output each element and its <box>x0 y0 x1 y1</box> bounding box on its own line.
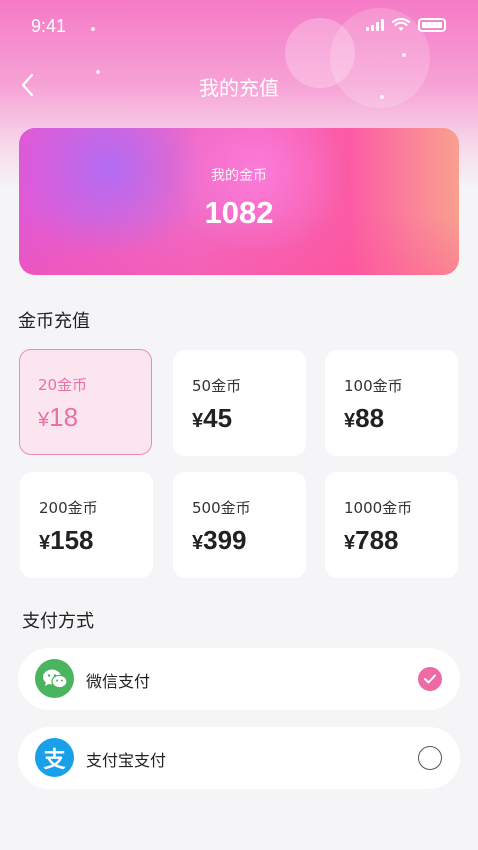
package-option[interactable]: 20金币 ¥18 <box>19 349 152 455</box>
payment-label: 支付宝支付 <box>86 751 167 770</box>
package-coins: 50金币 <box>192 377 242 395</box>
package-price: ¥788 <box>344 525 399 555</box>
package-option[interactable]: 200金币 ¥158 <box>20 472 153 578</box>
payment-option-wechat[interactable]: 微信支付 <box>18 648 460 710</box>
status-icons <box>366 18 446 32</box>
package-coins: 200金币 <box>39 499 98 517</box>
radio-checked[interactable] <box>418 667 442 691</box>
battery-icon <box>418 18 446 32</box>
payment-option-alipay[interactable]: 支 支付宝支付 <box>18 727 460 789</box>
package-option[interactable]: 500金币 ¥399 <box>173 472 306 578</box>
signal-icon <box>366 19 384 31</box>
balance-card: 我的金币 1082 <box>19 128 459 275</box>
nav-bar: 我的充值 <box>0 62 478 108</box>
balance-value: 1082 <box>204 195 274 230</box>
package-price: ¥158 <box>39 525 94 555</box>
package-price: ¥88 <box>344 403 385 433</box>
alipay-icon: 支 <box>35 738 74 777</box>
payment-label: 微信支付 <box>86 672 151 691</box>
package-price: ¥399 <box>192 525 247 555</box>
wechat-icon <box>35 659 74 698</box>
package-option[interactable]: 1000金币 ¥788 <box>325 472 458 578</box>
package-price: ¥18 <box>38 402 79 432</box>
package-coins: 100金币 <box>344 377 403 395</box>
status-time: 9:41 <box>31 16 67 36</box>
balance-label: 我的金币 <box>211 168 267 184</box>
wifi-icon <box>392 18 410 31</box>
package-coins: 500金币 <box>192 499 251 517</box>
recharge-page: 9:41 我的充值 我的金币 1082 金币充值 20金币 ¥18 50金币 ¥… <box>0 0 478 850</box>
status-bar: 9:41 <box>0 0 478 56</box>
package-coins: 1000金币 <box>344 499 413 517</box>
radio-unchecked[interactable] <box>418 746 442 770</box>
payment-section-title: 支付方式 <box>22 611 94 632</box>
package-price: ¥45 <box>192 403 233 433</box>
package-option[interactable]: 50金币 ¥45 <box>173 350 306 456</box>
package-coins: 20金币 <box>38 376 88 394</box>
check-icon <box>424 674 436 684</box>
page-title: 我的充值 <box>199 76 279 100</box>
recharge-section-title: 金币充值 <box>18 311 90 332</box>
package-option[interactable]: 100金币 ¥88 <box>325 350 458 456</box>
